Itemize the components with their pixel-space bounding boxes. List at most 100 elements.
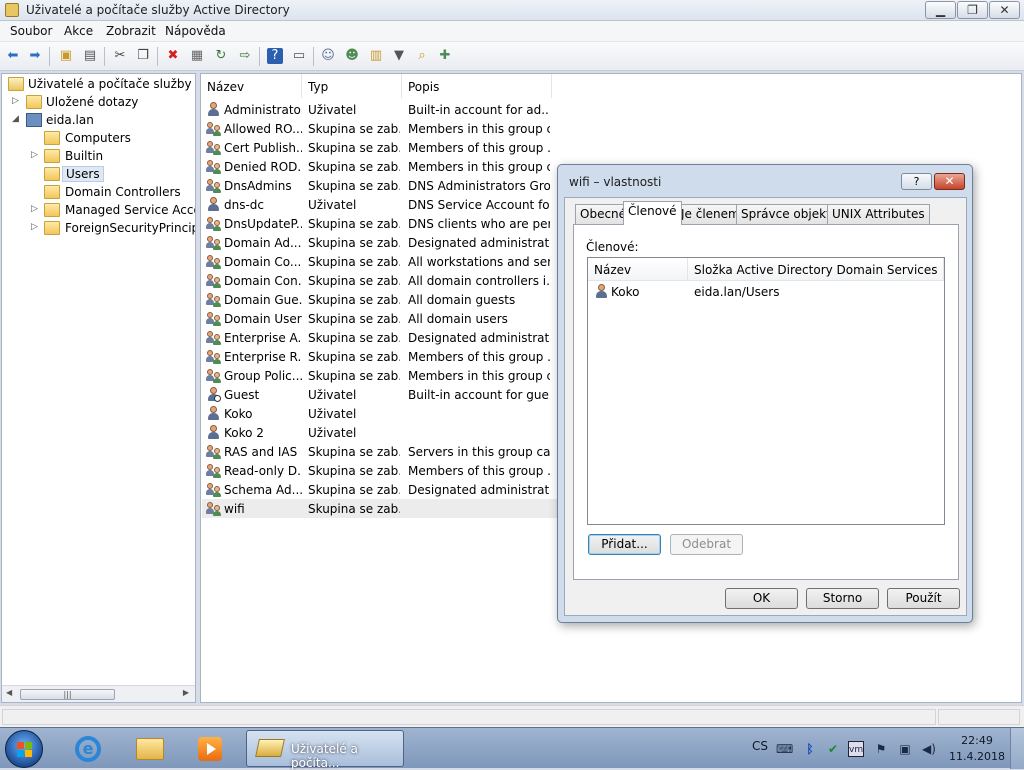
list-cell-type: Uživatel xyxy=(308,103,357,117)
show-hide-tree-icon[interactable]: ▤ xyxy=(82,48,98,64)
menu-napoveda[interactable]: Nápověda xyxy=(165,24,226,38)
remove-member-button[interactable]: Odebrat xyxy=(670,534,743,555)
scroll-right-icon[interactable]: ▶ xyxy=(183,688,189,697)
delete-icon[interactable]: ✖ xyxy=(165,48,181,64)
list-row[interactable]: Allowed RO... Skupina se zab... Members in… xyxy=(202,119,750,138)
internet-explorer-icon[interactable]: e xyxy=(62,731,114,767)
menu-soubor[interactable]: Soubor xyxy=(10,24,52,38)
list-cell-type: Skupina se zab... xyxy=(308,483,400,497)
apply-button[interactable]: Použít xyxy=(887,588,960,609)
list-row[interactable]: Cert Publish... Skupina se zab... Members … xyxy=(202,138,750,157)
network-icon[interactable]: ▣ xyxy=(897,741,913,757)
new-user-icon[interactable]: ☺ xyxy=(320,48,336,64)
expand-icon[interactable]: ▷ xyxy=(31,204,41,214)
dialog-help-button[interactable]: ? xyxy=(901,173,932,190)
list-row[interactable]: Administrator Uživatel Built-in account fo… xyxy=(202,100,750,119)
members-column-name[interactable]: Název xyxy=(588,258,688,281)
export-list-icon[interactable]: ⇨ xyxy=(237,48,253,64)
tab-unix-attributes[interactable]: UNIX Attributes xyxy=(827,204,930,224)
media-player-icon[interactable] xyxy=(184,731,236,767)
tree-item-builtin[interactable]: ▷ Builtin xyxy=(4,148,194,166)
minimize-button[interactable]: ▁ xyxy=(925,1,956,19)
show-desktop-button[interactable] xyxy=(1010,728,1024,769)
language-indicator[interactable]: CS xyxy=(752,739,768,753)
list-cell-name: Enterprise R... xyxy=(224,350,302,364)
windows-logo-icon xyxy=(17,742,33,758)
cancel-button[interactable]: Storno xyxy=(806,588,879,609)
find-icon[interactable]: ⌕ xyxy=(414,48,430,64)
list-cell-name: Domain Ad... xyxy=(224,236,302,250)
tab-clenove[interactable]: Členové xyxy=(623,201,682,225)
action-center-flag-icon[interactable]: ⚑ xyxy=(873,741,889,757)
add-to-group-icon[interactable]: ✚ xyxy=(437,48,453,64)
tab-je-clenem[interactable]: Je členem xyxy=(676,204,745,224)
list-cell-name: Koko xyxy=(224,407,253,421)
menu-akce[interactable]: Akce xyxy=(64,24,93,38)
bluetooth-icon[interactable]: ᛒ xyxy=(802,741,818,757)
copy-icon[interactable]: ❐ xyxy=(135,48,151,64)
taskbar-ad-window[interactable]: Uživatelé a počíta... xyxy=(246,730,404,770)
members-list[interactable]: Název Složka Active Directory Domain Ser… xyxy=(587,257,945,525)
expand-icon[interactable]: ▷ xyxy=(12,96,22,106)
members-column-folder[interactable]: Složka Active Directory Domain Services xyxy=(688,258,944,281)
tree-horizontal-scrollbar[interactable]: ◀ ||| ▶ xyxy=(2,685,195,702)
up-folder-icon[interactable]: ▣ xyxy=(58,48,74,64)
tree-item-domain-controllers[interactable]: Domain Controllers xyxy=(4,184,194,202)
maximize-button[interactable]: ❐ xyxy=(957,1,988,19)
group-icon xyxy=(206,121,222,136)
scroll-left-icon[interactable]: ◀ xyxy=(6,688,12,697)
ad-snapin-icon xyxy=(8,77,24,91)
show-console-icon[interactable]: ▭ xyxy=(291,48,307,64)
list-cell-type: Skupina se zab... xyxy=(308,350,400,364)
new-group-icon[interactable]: ☻ xyxy=(344,48,360,64)
start-button[interactable] xyxy=(5,730,43,768)
list-cell-name: Domain Con... xyxy=(224,274,302,288)
folder-icon xyxy=(44,167,60,181)
column-header-typ[interactable]: Typ xyxy=(302,74,402,98)
vmware-icon[interactable]: vm xyxy=(848,741,864,757)
tree-item-computers[interactable]: Computers xyxy=(4,130,194,148)
clock[interactable]: 22:49 11.4.2018 xyxy=(948,733,1006,765)
list-cell-name: wifi xyxy=(224,502,245,516)
list-cell-type: Uživatel xyxy=(308,407,357,421)
add-member-button[interactable]: Přidat... xyxy=(588,534,661,555)
column-header-popis[interactable]: Popis xyxy=(402,74,552,98)
back-icon[interactable]: ⬅ xyxy=(5,48,21,64)
tree-item-domain[interactable]: ◢ eida.lan xyxy=(4,112,194,130)
windows-explorer-icon[interactable] xyxy=(124,731,176,767)
list-cell-type: Skupina se zab... xyxy=(308,122,400,136)
scrollbar-thumb[interactable]: ||| xyxy=(20,689,115,700)
menu-zobrazit[interactable]: Zobrazit xyxy=(106,24,156,38)
list-cell-name: Domain Users xyxy=(224,312,302,326)
tree-item-saved-queries[interactable]: ▷ Uložené dotazy xyxy=(4,94,194,112)
list-cell-type: Skupina se zab... xyxy=(308,141,400,155)
new-ou-icon[interactable]: ▥ xyxy=(368,48,384,64)
properties-icon[interactable]: ▦ xyxy=(189,48,205,64)
dialog-close-button[interactable]: ✕ xyxy=(934,173,965,190)
group-icon xyxy=(206,254,222,269)
close-button[interactable]: ✕ xyxy=(989,1,1020,19)
console-tree[interactable]: Uživatelé a počítače služby Active Direc… xyxy=(1,73,196,703)
expand-icon[interactable]: ▷ xyxy=(31,222,41,232)
tree-item-foreign-security-principals[interactable]: ▷ ForeignSecurityPrincipals xyxy=(4,220,195,238)
help-icon[interactable]: ? xyxy=(267,48,283,64)
cut-icon[interactable]: ✂ xyxy=(112,48,128,64)
properties-dialog[interactable]: wifi – vlastnosti ? ✕ Obecné Členové Je … xyxy=(557,164,973,623)
ok-button[interactable]: OK xyxy=(725,588,798,609)
keyboard-icon[interactable]: ⌨ xyxy=(776,741,793,757)
volume-icon[interactable]: ◀) xyxy=(921,741,937,757)
status-segment xyxy=(2,709,936,725)
tree-item-users[interactable]: Users xyxy=(4,166,194,184)
expand-icon[interactable]: ▷ xyxy=(31,150,41,160)
window-titlebar[interactable]: Uživatelé a počítače služby Active Direc… xyxy=(0,0,1024,21)
member-row[interactable]: Koko eida.lan/Users xyxy=(588,282,944,301)
filter-icon[interactable]: ▼ xyxy=(391,48,407,64)
column-header-nazev[interactable]: Název xyxy=(201,74,302,98)
forward-icon[interactable]: ➡ xyxy=(27,48,43,64)
security-check-icon[interactable]: ✔ xyxy=(825,741,841,757)
tree-item-managed-service-accounts[interactable]: ▷ Managed Service Accounts xyxy=(4,202,195,220)
list-cell-description: All domain guests xyxy=(408,293,516,307)
refresh-icon[interactable]: ↻ xyxy=(213,48,229,64)
collapse-icon[interactable]: ◢ xyxy=(12,114,22,124)
tree-root[interactable]: Uživatelé a počítače služby Active Direc… xyxy=(4,76,195,94)
